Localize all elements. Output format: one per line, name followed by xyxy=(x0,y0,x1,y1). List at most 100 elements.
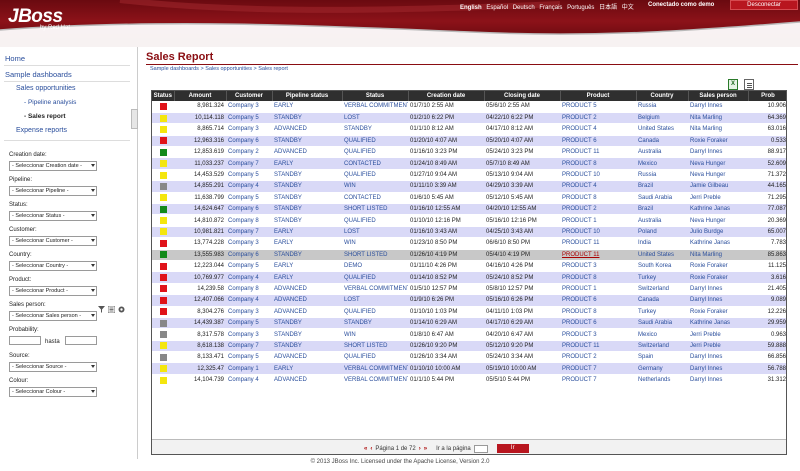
product-link[interactable]: PRODUCT 7 xyxy=(562,366,597,372)
table-row[interactable]: 8,618.138 Company 7 STANDBY SHORT LISTED 01/… xyxy=(152,340,786,353)
nav-expense-reports[interactable]: Expense reports xyxy=(16,127,67,134)
col-header-creation-date[interactable]: Creation date xyxy=(408,91,485,101)
next-page-icon[interactable]: › xyxy=(419,446,421,452)
pipeline-select[interactable]: - Seleccionar Pipeline - xyxy=(9,186,97,196)
table-row[interactable]: 8,133.471 Company 5 ADVANCED QUALIFIED 01/26… xyxy=(152,351,786,364)
product-link[interactable]: PRODUCT 6 xyxy=(562,320,597,326)
filter-list-icon[interactable] xyxy=(107,305,116,314)
sales-person-select[interactable]: - Seleccionar Sales person - xyxy=(9,311,97,321)
nav-sales-report[interactable]: - Sales report xyxy=(24,113,66,120)
product-link[interactable]: PRODUCT 8 xyxy=(562,309,597,315)
breadcrumb[interactable]: Sample dashboards > Sales opportunities … xyxy=(150,66,288,72)
status-select[interactable]: - Seleccionar Status - xyxy=(9,211,97,221)
lang-chinese[interactable]: 中文 xyxy=(622,5,634,11)
filter-icon[interactable] xyxy=(98,306,105,313)
product-link[interactable]: PRODUCT 1 xyxy=(562,218,597,224)
table-row[interactable]: 14,810.872 Company 8 STANDBY QUALIFIED 01/10… xyxy=(152,214,786,227)
table-row[interactable]: 8,981.324 Company 3 EARLY VERBAL COMMITMENT… xyxy=(152,101,786,113)
jboss-logo[interactable]: JBoss by Red Hat xyxy=(8,6,70,31)
product-link[interactable]: PRODUCT 5 xyxy=(562,103,597,109)
product-link[interactable]: PRODUCT 6 xyxy=(562,297,597,303)
col-header-customer[interactable]: Customer xyxy=(226,91,273,101)
lang-francais[interactable]: Français xyxy=(539,5,562,11)
product-link[interactable]: PRODUCT 4 xyxy=(562,126,597,132)
product-link[interactable]: PRODUCT 11 xyxy=(562,343,599,349)
table-row[interactable]: 14,855.291 Company 4 STANDBY WIN 01/11/10 3:… xyxy=(152,180,786,193)
product-link[interactable]: PRODUCT 1 xyxy=(562,286,597,292)
product-link[interactable]: PRODUCT 10 xyxy=(562,229,600,235)
prev-page-icon[interactable]: ‹ xyxy=(370,446,372,452)
product-link[interactable]: PRODUCT 8 xyxy=(562,275,597,281)
lang-deutsch[interactable]: Deutsch xyxy=(513,5,535,11)
table-row[interactable]: 10,769.977 Company 4 EARLY QUALIFIED 01/14/1… xyxy=(152,271,786,284)
product-link[interactable]: PRODUCT 7 xyxy=(562,377,597,383)
customer-select[interactable]: - Seleccionar Customer - xyxy=(9,236,97,246)
table-row[interactable]: 11,638.799 Company 5 STANDBY CONTACTED 01/6/… xyxy=(152,192,786,205)
lang-espanol[interactable]: Español xyxy=(486,5,508,11)
last-page-icon[interactable]: » xyxy=(424,446,427,452)
col-header-probability[interactable]: Prob xyxy=(748,91,786,101)
nav-home[interactable]: Home xyxy=(5,54,25,63)
product-select[interactable]: - Seleccionar Product - xyxy=(9,286,97,296)
table-row[interactable]: 11,033.237 Company 7 EARLY CONTACTED 01/24/1… xyxy=(152,157,786,170)
lang-portugues[interactable]: Português xyxy=(567,5,594,11)
product-link[interactable]: PRODUCT 6 xyxy=(562,138,597,144)
logout-button[interactable]: Desconectar xyxy=(730,0,798,10)
product-link[interactable]: PRODUCT 11 xyxy=(562,149,599,155)
table-row[interactable]: 14,239.58 Company 8 ADVANCED VERBAL COMMITM… xyxy=(152,283,786,296)
colour-select[interactable]: - Seleccionar Colour - xyxy=(9,387,97,397)
col-header-amount[interactable]: Amount xyxy=(174,91,227,101)
country-select[interactable]: - Seleccionar Country - xyxy=(9,261,97,271)
table-row[interactable]: 8,865.714 Company 3 ADVANCED STANDBY 01/1/10… xyxy=(152,123,786,136)
product-link[interactable]: PRODUCT 4 xyxy=(562,183,597,189)
col-header-sales-person[interactable]: Sales person xyxy=(688,91,749,101)
probability-max-input[interactable] xyxy=(65,336,97,345)
table-row[interactable]: 14,624.647 Company 6 STANDBY SHORT LISTED 01… xyxy=(152,203,786,216)
source-select[interactable]: - Seleccionar Source - xyxy=(9,362,97,372)
product-link[interactable]: PRODUCT 10 xyxy=(562,172,600,178)
product-link[interactable]: PRODUCT 2 xyxy=(562,354,597,360)
probability-min-input[interactable] xyxy=(9,336,41,345)
product-link[interactable]: PRODUCT 3 xyxy=(562,332,597,338)
product-link[interactable]: PRODUCT 2 xyxy=(562,115,597,121)
col-header-country[interactable]: Country xyxy=(636,91,689,101)
creation-date-select[interactable]: - Seleccionar Creation date - xyxy=(9,161,97,171)
product-link[interactable]: PRODUCT 11 xyxy=(562,252,599,258)
table-row[interactable]: 14,453.529 Company 5 STANDBY QUALIFIED 01/27… xyxy=(152,169,786,182)
table-row[interactable]: 12,325.47 Company 1 EARLY VERBAL COMMITMENT… xyxy=(152,362,786,375)
table-row[interactable]: 12,963.316 Company 6 STANDBY QUALIFIED 01/20… xyxy=(152,135,786,148)
table-row[interactable]: 14,439.387 Company 5 STANDBY STANDBY 01/14/1… xyxy=(152,317,786,330)
table-row[interactable]: 12,407.066 Company 4 ADVANCED LOST 01/9/10 6… xyxy=(152,294,786,307)
col-header-status[interactable]: Status xyxy=(342,91,409,101)
nav-sales-opportunities[interactable]: Sales opportunities xyxy=(16,85,76,92)
table-row[interactable]: 14,104.739 Company 4 ADVANCED VERBAL COMMIT… xyxy=(152,374,786,387)
product-link[interactable]: PRODUCT 11 xyxy=(562,240,599,246)
col-header-status-color[interactable]: Status xyxy=(152,91,175,101)
col-header-product[interactable]: Product xyxy=(560,91,637,101)
col-header-pipeline-status[interactable]: Pipeline status xyxy=(272,91,343,101)
export-csv-icon[interactable] xyxy=(744,79,754,90)
goto-page-input[interactable] xyxy=(473,444,488,453)
col-header-closing-date[interactable]: Closing date xyxy=(484,91,561,101)
nav-sample-dashboards[interactable]: Sample dashboards xyxy=(5,70,72,79)
product-link[interactable]: PRODUCT 2 xyxy=(562,206,597,212)
nav-pipeline-analysis[interactable]: - Pipeline analysis xyxy=(24,99,76,106)
gear-icon[interactable] xyxy=(118,306,125,313)
table-row[interactable]: 13,774.228 Company 3 EARLY WIN 01/23/10 8:50… xyxy=(152,237,786,250)
lang-english[interactable]: English xyxy=(460,5,482,11)
lang-japanese[interactable]: 日本語 xyxy=(599,5,617,11)
table-row[interactable]: 8,317.578 Company 3 STANDBY WIN 01/8/10 6:47… xyxy=(152,328,786,341)
first-page-icon[interactable]: « xyxy=(364,446,367,452)
table-row[interactable]: 8,304.276 Company 3 ADVANCED QUALIFIED 01/10… xyxy=(152,306,786,318)
table-row[interactable]: 12,853.619 Company 2 ADVANCED QUALIFIED 01/1… xyxy=(152,146,786,159)
product-link[interactable]: PRODUCT 8 xyxy=(562,195,597,201)
table-row[interactable]: 10,981.821 Company 7 EARLY LOST 01/16/10 3:4… xyxy=(152,226,786,239)
export-excel-icon[interactable] xyxy=(728,79,738,90)
nav-scrollbar[interactable] xyxy=(131,109,138,129)
product-link[interactable]: PRODUCT 3 xyxy=(562,263,597,269)
table-row[interactable]: 13,555.983 Company 6 STANDBY SHORT LISTED 01… xyxy=(152,249,786,261)
table-row[interactable]: 10,114.118 Company 5 STANDBY LOST 01/2/10 6:… xyxy=(152,112,786,125)
product-link[interactable]: PRODUCT 8 xyxy=(562,161,597,167)
table-row[interactable]: 12,223.044 Company 5 EARLY DEMO 01/11/10 4:2… xyxy=(152,260,786,273)
goto-page-button[interactable]: Ir xyxy=(496,444,529,453)
